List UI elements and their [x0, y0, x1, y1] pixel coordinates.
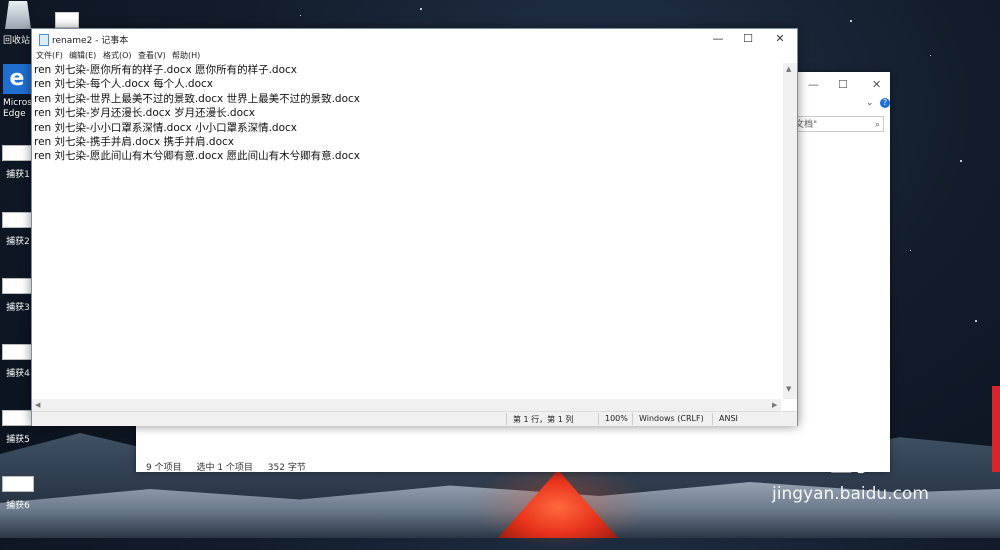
status-divider [712, 413, 713, 425]
explorer-chevron-down-icon[interactable]: ⌄ [866, 98, 874, 108]
desktop-label-edge: Microsoft Edge [3, 98, 44, 119]
minimize-button[interactable]: — [702, 30, 734, 48]
encoding: ANSI [719, 414, 738, 423]
star [850, 20, 852, 22]
capture-thumbnail-icon [2, 212, 34, 228]
side-accent-bar [992, 386, 1000, 472]
status-size: 352 字节 [267, 463, 306, 473]
desktop-label: 捕获5 [6, 435, 30, 445]
desktop-label: 捕获6 [6, 501, 30, 511]
maximize-button[interactable]: ☐ [732, 30, 764, 48]
menu-help[interactable]: 帮助(H) [172, 50, 200, 61]
zoom-level: 100% [605, 414, 628, 423]
desktop-icon-capture6[interactable]: 捕获6 [0, 476, 36, 511]
text-line: ren 刘七染-小小口罩系深情.docx 小小口罩系深情.docx [34, 121, 297, 134]
text-line: ren 刘七染-携手并肩.docx 携手并肩.docx [34, 136, 234, 149]
edge-icon[interactable]: e [3, 64, 31, 94]
text-line: ren 刘七染-愿此间山有木兮卿有意.docx 愿此间山有木兮卿有意.docx [34, 150, 360, 163]
window-title: rename2 - 记事本 [52, 36, 129, 46]
status-divider [632, 413, 633, 425]
help-icon[interactable]: ? [880, 98, 890, 108]
text-line: ren 刘七染-愿你所有的样子.docx 愿你所有的样子.docx [34, 64, 297, 76]
menu-view[interactable]: 查看(V) [138, 50, 166, 61]
status-selected: 选中 1 个项目 [196, 463, 253, 473]
scroll-down-icon[interactable]: ▼ [786, 385, 791, 393]
status-item-count: 9 个项目 [146, 463, 182, 473]
menu-bar: 文件(F) 编辑(E) 格式(O) 查看(V) 帮助(H) [32, 49, 797, 62]
search-icon: ⌕ [874, 120, 880, 130]
close-button[interactable]: ✕ [764, 30, 796, 48]
text-line: ren 刘七染-每个人.docx 每个人.docx [34, 78, 213, 91]
capture-thumbnail-icon [2, 145, 34, 161]
star [975, 320, 977, 322]
explorer-search-input[interactable]: 文档" ⌕ [792, 116, 884, 132]
notepad-app-icon [39, 34, 49, 46]
vertical-scrollbar[interactable]: ▲ ▼ [783, 63, 797, 399]
capture-thumbnail-icon [2, 278, 34, 294]
menu-format[interactable]: 格式(O) [103, 50, 132, 61]
notepad-window[interactable]: rename2 - 记事本 — ☐ ✕ 文件(F) 编辑(E) 格式(O) 查看… [31, 28, 798, 426]
star [420, 8, 422, 10]
watermark-brand: Bai经验 [760, 440, 886, 478]
watermark-url: jingyan.baidu.com [772, 484, 929, 504]
notepad-status-bar: 第 1 行，第 1 列 100% Windows (CRLF) ANSI [32, 411, 797, 426]
recycle-bin-icon[interactable] [5, 1, 31, 29]
text-line: ren 刘七染-世界上最美不过的景致.docx 世界上最美不过的景致.docx [34, 92, 360, 105]
scroll-up-icon[interactable]: ▲ [786, 65, 791, 73]
search-placeholder: 文档" [795, 120, 818, 130]
menu-file[interactable]: 文件(F) [36, 50, 63, 61]
star [300, 15, 301, 16]
scroll-left-icon[interactable]: ◀ [35, 401, 40, 409]
star [910, 250, 911, 251]
capture-thumbnail-icon [2, 344, 34, 360]
star [960, 160, 962, 162]
text-line: ren 刘七染-岁月还漫长.docx 岁月还漫长.docx [34, 107, 255, 120]
explorer-maximize-icon[interactable]: ☐ [838, 78, 848, 91]
notepad-titlebar[interactable]: rename2 - 记事本 — ☐ ✕ [32, 29, 797, 49]
star [930, 55, 931, 56]
line-ending: Windows (CRLF) [639, 414, 704, 423]
desktop-label-recycle: 回收站 [3, 36, 31, 46]
capture-thumbnail-icon [2, 476, 34, 492]
menu-edit[interactable]: 编辑(E) [69, 50, 96, 61]
scroll-right-icon[interactable]: ▶ [772, 401, 777, 409]
explorer-minimize-icon[interactable]: — [808, 78, 819, 91]
status-divider [598, 413, 599, 425]
explorer-close-icon[interactable]: ✕ [872, 78, 881, 91]
baidu-watermark: Bai经验 jingyan.baidu.com [760, 428, 950, 516]
status-divider [506, 413, 507, 425]
cursor-position: 第 1 行，第 1 列 [513, 415, 574, 424]
text-editor-area[interactable]: ren 刘七染-愿你所有的样子.docx 愿你所有的样子.docx ren 刘七… [34, 63, 774, 397]
capture-thumbnail-icon [2, 410, 34, 426]
desktop-thumbnail[interactable] [55, 12, 79, 28]
explorer-status-bar: 9 个项目 选中 1 个项目 352 字节 [146, 460, 318, 473]
